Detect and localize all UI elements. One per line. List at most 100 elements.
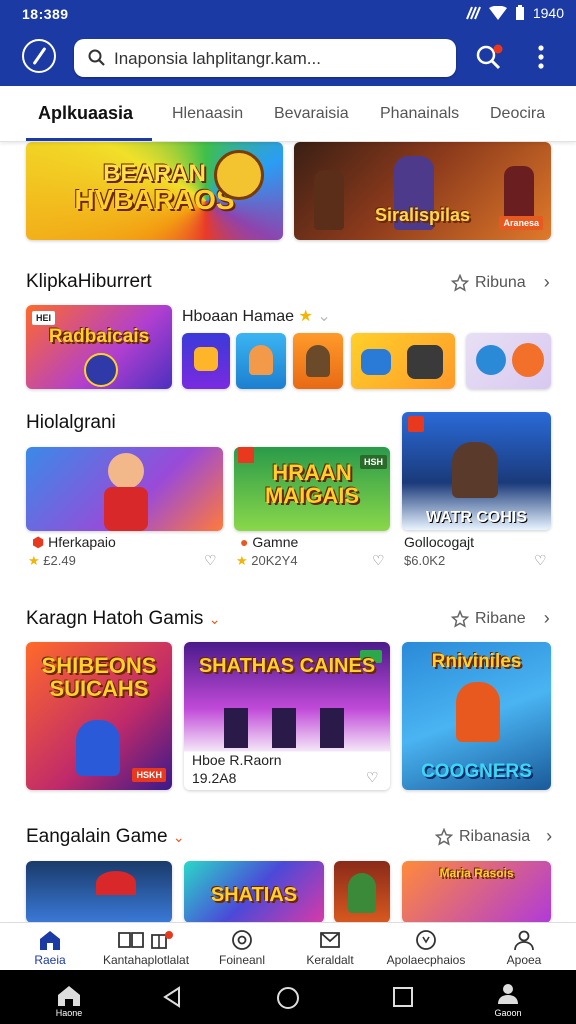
- signal-icon: [465, 6, 481, 20]
- banner-1[interactable]: Siralispilas Aranesa: [294, 142, 551, 240]
- small-app-1[interactable]: [236, 333, 286, 389]
- section-2-card-2-flag-icon: [408, 416, 424, 432]
- notification-book-icon: [151, 931, 173, 949]
- search-input[interactable]: Inaponsia lahplitangr.kam...: [114, 49, 321, 69]
- section-3-card-2-art-b: COOGNERS: [421, 761, 532, 782]
- small-app-3[interactable]: [351, 333, 455, 389]
- star-filled-icon: ★: [298, 308, 313, 325]
- section-1-title: KlipkaHiburrert: [26, 271, 152, 292]
- small-app-0[interactable]: [182, 333, 230, 389]
- bottom-nav-updates[interactable]: Apolaecphaios: [378, 927, 474, 967]
- section-3-card-2-image[interactable]: Rniviniles COOGNERS: [402, 642, 551, 790]
- bottom-nav-messages[interactable]: Keraldalt: [282, 927, 378, 967]
- tab-3[interactable]: Phanainals: [380, 105, 459, 123]
- section-2-card-0-character: [108, 453, 144, 489]
- section-2-card-1-art: HRAAN MAIGAIS: [264, 460, 360, 509]
- chevron-down-icon: ⌄: [208, 611, 221, 627]
- section-2-card-2-image[interactable]: WATR COHIS: [402, 412, 551, 530]
- banner-0-character: [214, 150, 264, 200]
- bottom-nav-account[interactable]: Apoea: [476, 927, 572, 967]
- section-2-card-0-label: ⬢ Hferkapaio: [32, 534, 116, 551]
- section-2-card-0-wishlist-icon[interactable]: ♡: [204, 552, 217, 569]
- app-logo-icon[interactable]: [22, 39, 56, 73]
- star-outline-icon: [435, 827, 453, 846]
- section-2-card-1-image[interactable]: HSH HRAAN MAIGAIS: [234, 447, 390, 531]
- more-options-button[interactable]: [536, 44, 546, 75]
- section-4-title: Eangalain Game ⌄: [26, 826, 185, 848]
- section-2-card-0-image[interactable]: [26, 447, 223, 531]
- section-3-card-1-art: SHATHAS CAINES: [198, 655, 376, 677]
- more-vert-icon: [538, 45, 544, 69]
- small-app-2-art: [306, 345, 330, 377]
- bottom-nav-updates-label: Apolaecphaios: [386, 953, 466, 967]
- small-app-3-art-a: [361, 349, 391, 375]
- section-4-more-button[interactable]: Ribanasia ›: [435, 826, 552, 847]
- section-3-card-0-image[interactable]: SHIBEONS SUICAHS HSKH: [26, 642, 172, 790]
- search-icon: [88, 49, 105, 66]
- section-4-card-1-image[interactable]: SHATIAS: [184, 861, 324, 923]
- clock-icon: [416, 930, 436, 950]
- section-4-card-3-image[interactable]: Maria Rasois: [402, 861, 551, 923]
- section-1-feature-badge: HEI: [32, 311, 56, 325]
- recents-icon[interactable]: [393, 987, 413, 1007]
- section-2-card-0-label-text: Hferkapaio: [48, 534, 116, 550]
- section-2-card-1-label: ● Gamne: [240, 534, 298, 550]
- section-3-more-button[interactable]: Ribane ›: [451, 608, 550, 629]
- banner-0[interactable]: BEARAN HVBARAOS: [26, 142, 283, 240]
- profile-icon[interactable]: [497, 982, 519, 1006]
- bottom-nav-account-label: Apoea: [506, 953, 542, 967]
- section-3-card-1-wishlist-icon[interactable]: ♡: [366, 769, 379, 786]
- banner-1-badge: Aranesa: [499, 216, 543, 230]
- small-app-4-art-b: [512, 343, 544, 377]
- section-3-card-0-art: SHIBEONS SUICAHS: [41, 653, 157, 702]
- section-2-card-1-wishlist-icon[interactable]: ♡: [372, 552, 385, 569]
- search-bar[interactable]: Inaponsia lahplitangr.kam...: [74, 39, 456, 77]
- section-2-card-1-sub: ★ 20K2Y4: [236, 553, 298, 569]
- section-2-card-0-body: [104, 487, 148, 531]
- small-app-2[interactable]: [293, 333, 343, 389]
- tab-4[interactable]: Deocira: [490, 105, 545, 123]
- star-outline-icon: [451, 609, 469, 628]
- section-1-more-button[interactable]: Ribuna ›: [451, 272, 550, 293]
- section-4-title-text: Eangalain Game: [26, 826, 168, 847]
- home-circle-icon[interactable]: [276, 986, 300, 1010]
- bottom-nav-explore[interactable]: Foineanl: [194, 927, 290, 967]
- category-tabs: Aplkuaasia Hlenaasin Bevaraisia Phanaina…: [0, 87, 576, 142]
- tab-0[interactable]: Aplkuaasia: [38, 103, 133, 124]
- badge-icon: ●: [240, 534, 249, 550]
- tab-2[interactable]: Bevaraisia: [274, 105, 349, 123]
- section-4-more-label: Ribanasia: [459, 827, 531, 845]
- small-app-0-art: [194, 347, 218, 371]
- section-2-card-0-price: £2.49: [43, 553, 76, 568]
- section-1-feature-tile[interactable]: HEI Radbaicais: [26, 305, 172, 389]
- voice-search-button[interactable]: [474, 42, 504, 77]
- section-4-card-2-image[interactable]: [334, 861, 390, 923]
- section-2-card-2-art: WATR COHIS: [425, 509, 528, 526]
- system-nav-right-label: Gaoon: [494, 1008, 522, 1018]
- section-3-card-0-badge: HSKH: [132, 768, 166, 782]
- envelope-icon: [320, 932, 340, 948]
- star-icon: ★: [236, 553, 248, 568]
- chevron-down-icon: ⌄: [172, 829, 185, 845]
- section-3-card-0-hero: [76, 720, 120, 776]
- section-4-card-0-image[interactable]: [26, 861, 172, 923]
- section-3-title-text: Karagn Hatoh Gamis: [26, 608, 204, 629]
- section-3-card-1-figures: [224, 708, 344, 748]
- chevron-right-icon: ›: [543, 272, 550, 292]
- home-icon[interactable]: [56, 984, 82, 1006]
- chevron-right-icon: ›: [546, 826, 553, 846]
- section-4-card-3-art: Maria Rasois: [439, 866, 514, 880]
- tab-1[interactable]: Hlenaasin: [172, 105, 243, 123]
- small-app-4[interactable]: [466, 333, 551, 389]
- section-2-card-2-wishlist-icon[interactable]: ♡: [534, 552, 547, 569]
- bottom-nav-library[interactable]: Kantahaplotlalat: [98, 927, 194, 967]
- status-icons: 1940: [465, 5, 564, 21]
- bottom-nav-home[interactable]: Raeia: [2, 927, 98, 967]
- status-right-time: 1940: [532, 5, 564, 21]
- search-notify-icon: [476, 44, 503, 70]
- section-2-card-2-label: Gollocogajt: [404, 534, 475, 550]
- section-2-card-2-character: [452, 442, 498, 498]
- back-icon[interactable]: [162, 986, 182, 1008]
- bottom-nav-library-label: Kantahaplotlalat: [102, 953, 190, 967]
- section-1-feature-orb: [84, 353, 118, 387]
